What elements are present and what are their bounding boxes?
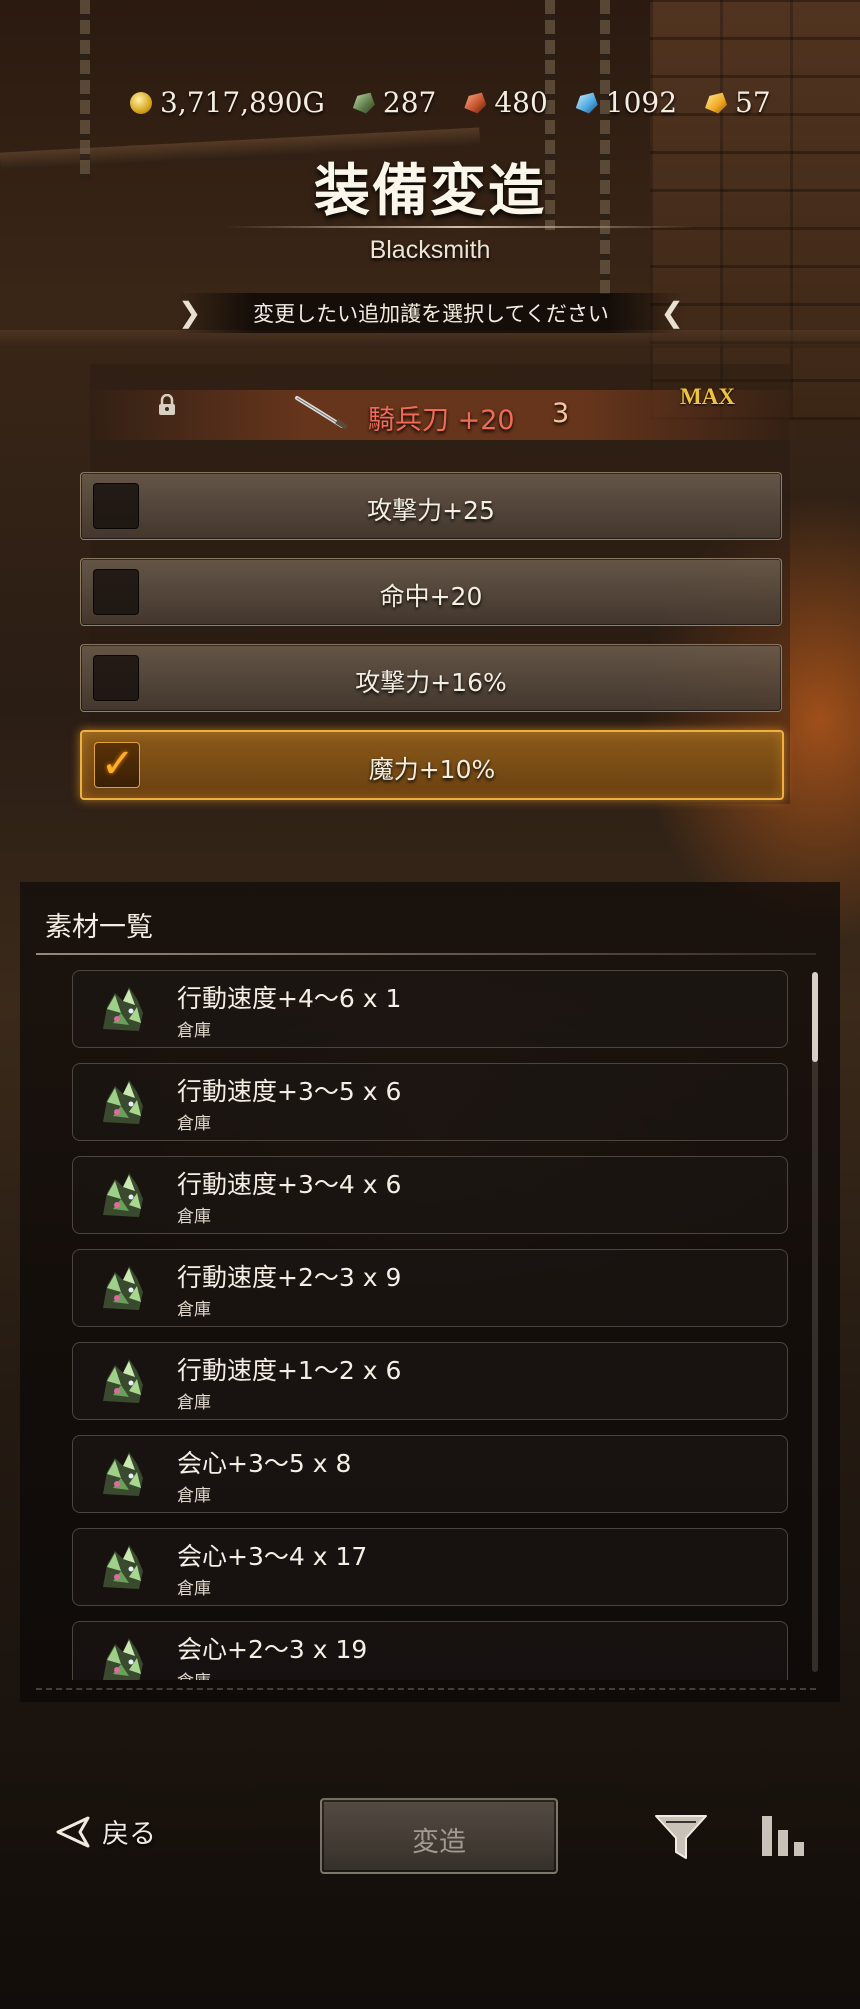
- material-location: 倉庫: [177, 1300, 211, 1320]
- material-location: 倉庫: [177, 1667, 211, 1680]
- back-label: 戻る: [102, 1819, 156, 1850]
- title-divider: [225, 226, 695, 228]
- option-label: 攻撃力+25: [367, 496, 495, 525]
- arrow-left-icon: ❮: [660, 296, 684, 329]
- material-item[interactable]: 行動速度+1～2 x 6 倉庫: [72, 1342, 788, 1420]
- green-ore-icon: [352, 92, 375, 114]
- back-arrow-icon: [56, 1816, 90, 1847]
- currency-bar: 3,717,890G 287 480 1092 57: [130, 86, 771, 119]
- modify-button[interactable]: 変造: [320, 1798, 558, 1874]
- material-item[interactable]: 行動速度+2～3 x 9 倉庫: [72, 1249, 788, 1327]
- material-name: 会心+3～5 x 8: [177, 1449, 352, 1478]
- material-location: 倉庫: [177, 1207, 211, 1227]
- material-item[interactable]: 会心+3～4 x 17 倉庫: [72, 1528, 788, 1606]
- currency-gold: 3,717,890G: [130, 86, 325, 119]
- filter-icon[interactable]: [652, 1810, 710, 1864]
- sort-icon[interactable]: [756, 1808, 812, 1862]
- material-name: 行動速度+3～5 x 6: [177, 1077, 402, 1106]
- material-location: 倉庫: [177, 1114, 211, 1134]
- currency-value: 57: [735, 86, 771, 119]
- gold-ore-icon: [705, 92, 728, 114]
- instruction-banner: ❯ 変更したい追加護を選択してください ❮: [178, 293, 684, 333]
- modify-label: 変造: [412, 1827, 466, 1858]
- currency-value: 3,717,890G: [160, 86, 325, 119]
- crystal-material-icon: [103, 1638, 143, 1680]
- currency-green-ore: 287: [352, 86, 437, 119]
- material-item[interactable]: 行動速度+3～5 x 6 倉庫: [72, 1063, 788, 1141]
- option-row[interactable]: 攻撃力+25: [80, 472, 782, 540]
- currency-value: 1092: [605, 86, 678, 119]
- material-name: 行動速度+3～4 x 6: [177, 1170, 402, 1199]
- material-item[interactable]: 会心+3～5 x 8 倉庫: [72, 1435, 788, 1513]
- option-row[interactable]: 攻撃力+16%: [80, 644, 782, 712]
- option-label: 命中+20: [379, 582, 483, 611]
- back-button[interactable]: 戻る: [54, 1812, 156, 1851]
- material-name: 会心+2～3 x 19: [177, 1635, 368, 1664]
- crystal-material-icon: [103, 1359, 143, 1403]
- equipment-count: 3: [552, 398, 570, 429]
- currency-value: 287: [382, 86, 437, 119]
- material-item[interactable]: 行動速度+3～4 x 6 倉庫: [72, 1156, 788, 1234]
- crystal-material-icon: [103, 1545, 143, 1589]
- material-location: 倉庫: [177, 1579, 211, 1599]
- option-row-selected[interactable]: ✓ 魔力+10%: [80, 730, 784, 800]
- crystal-material-icon: [103, 987, 143, 1031]
- max-badge: MAX: [680, 384, 735, 409]
- materials-title: 素材一覧: [45, 912, 153, 943]
- sabre-icon: [295, 396, 349, 430]
- gold-coin-icon: [130, 91, 152, 114]
- material-location: 倉庫: [177, 1021, 211, 1041]
- list-bottom-divider: [36, 1688, 816, 1691]
- material-item[interactable]: 会心+2～3 x 19 倉庫: [72, 1621, 788, 1680]
- page-title: 装備変造: [314, 158, 546, 224]
- material-name: 行動速度+2～3 x 9: [177, 1263, 402, 1292]
- crystal-material-icon: [103, 1080, 143, 1124]
- material-name: 行動速度+4～6 x 1: [177, 984, 402, 1013]
- materials-divider: [36, 953, 816, 955]
- arrow-right-icon: ❯: [178, 296, 202, 329]
- scroll-thumb[interactable]: [812, 972, 818, 1062]
- option-label: 攻撃力+16%: [355, 668, 507, 697]
- option-row[interactable]: 命中+20: [80, 558, 782, 626]
- materials-list[interactable]: 行動速度+4～6 x 1 倉庫 行動速度+3～5 x 6 倉庫 行動速度+3～4…: [72, 968, 792, 1680]
- materials-scrollbar[interactable]: [812, 972, 818, 1672]
- material-name: 行動速度+1～2 x 6: [177, 1356, 402, 1385]
- material-item[interactable]: 行動速度+4～6 x 1 倉庫: [72, 970, 788, 1048]
- currency-red-ore: 480: [464, 86, 548, 119]
- currency-gold-ore: 57: [705, 86, 771, 119]
- page-subtitle: Blacksmith: [369, 236, 491, 264]
- instruction-text: 変更したい追加護を選択してください: [253, 302, 609, 326]
- option-label: 魔力+10%: [368, 755, 496, 784]
- equipment-name: 騎兵刀 +20: [368, 405, 515, 436]
- material-location: 倉庫: [177, 1393, 211, 1413]
- blue-ore-icon: [575, 92, 598, 114]
- crystal-material-icon: [103, 1266, 143, 1310]
- currency-blue-ore: 1092: [575, 86, 678, 119]
- currency-value: 480: [494, 86, 548, 119]
- material-location: 倉庫: [177, 1486, 211, 1506]
- material-name: 会心+3～4 x 17: [177, 1542, 368, 1571]
- lock-icon[interactable]: [157, 394, 177, 416]
- crystal-material-icon: [103, 1173, 143, 1217]
- red-ore-icon: [464, 92, 487, 114]
- crystal-material-icon: [103, 1452, 143, 1496]
